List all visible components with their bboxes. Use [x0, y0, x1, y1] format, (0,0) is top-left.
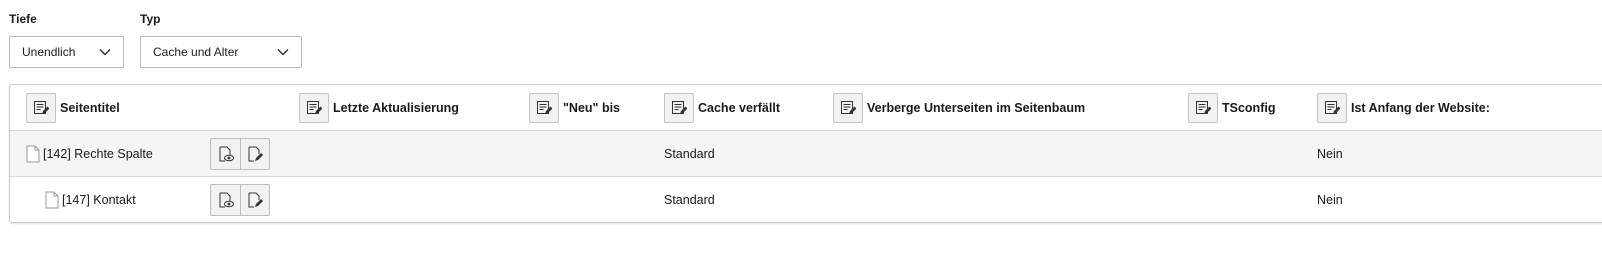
type-select-value: Cache und Alter: [153, 45, 239, 59]
column-header-last-update: Letzte Aktualisierung: [299, 93, 459, 123]
column-label: Letzte Aktualisierung: [333, 101, 459, 115]
site-root-cell: Nein: [1317, 193, 1343, 207]
column-label: Verberge Unterseiten im Seitenbaum: [867, 101, 1086, 115]
column-header-tsconfig: TSconfig: [1188, 93, 1275, 123]
page-title-cell: [147] Kontakt: [45, 177, 136, 222]
column-label: "Neu" bis: [563, 101, 621, 115]
edit-page-icon: [248, 192, 263, 208]
view-page-button[interactable]: [211, 139, 240, 169]
view-page-icon: [219, 192, 234, 208]
view-page-icon: [219, 146, 234, 162]
depth-select-value: Unendlich: [22, 45, 76, 59]
row-actions: [210, 184, 270, 216]
table-row: [147] Kontakt Standard Nein: [10, 177, 1602, 222]
column-header-site-root: Ist Anfang der Website:: [1317, 93, 1490, 123]
page-title-cell: [142] Rechte Spalte: [26, 131, 153, 177]
table-header: Seitentitel Letzte Aktualisierung "Neu" …: [10, 85, 1602, 131]
type-label: Typ: [140, 12, 161, 26]
edit-columns-icon[interactable]: [529, 93, 559, 123]
edit-page-icon: [248, 146, 263, 162]
column-label: Seitentitel: [60, 101, 120, 115]
column-header-title: Seitentitel: [26, 93, 120, 123]
column-label: Cache verfällt: [698, 101, 780, 115]
edit-columns-icon[interactable]: [833, 93, 863, 123]
page-icon[interactable]: [26, 145, 40, 163]
page-icon[interactable]: [45, 191, 59, 209]
column-header-cache-expires: Cache verfällt: [664, 93, 780, 123]
edit-page-button[interactable]: [240, 139, 269, 169]
column-header-new-until: "Neu" bis: [529, 93, 620, 123]
edit-columns-icon[interactable]: [1188, 93, 1218, 123]
edit-columns-icon[interactable]: [1317, 93, 1347, 123]
row-actions: [210, 138, 270, 170]
table-row: [142] Rechte Spalte Standard Nein: [10, 131, 1602, 177]
view-page-button[interactable]: [211, 185, 240, 215]
type-select[interactable]: Cache und Alter: [140, 36, 302, 68]
column-header-hide-subpages: Verberge Unterseiten im Seitenbaum: [833, 93, 1085, 123]
edit-columns-icon[interactable]: [26, 93, 56, 123]
site-root-cell: Nein: [1317, 147, 1343, 161]
page-info-table: Seitentitel Letzte Aktualisierung "Neu" …: [9, 84, 1602, 223]
column-label: TSconfig: [1222, 101, 1276, 115]
cache-expires-cell: Standard: [664, 193, 715, 207]
cache-expires-cell: Standard: [664, 147, 715, 161]
depth-select[interactable]: Unendlich: [9, 36, 124, 68]
page-title[interactable]: [147] Kontakt: [62, 193, 136, 207]
edit-page-button[interactable]: [240, 185, 269, 215]
depth-label: Tiefe: [9, 12, 37, 26]
edit-columns-icon[interactable]: [664, 93, 694, 123]
page-title[interactable]: [142] Rechte Spalte: [43, 147, 153, 161]
chevron-down-icon: [99, 48, 111, 56]
edit-columns-icon[interactable]: [299, 93, 329, 123]
column-label: Ist Anfang der Website:: [1351, 101, 1490, 115]
chevron-down-icon: [277, 48, 289, 56]
